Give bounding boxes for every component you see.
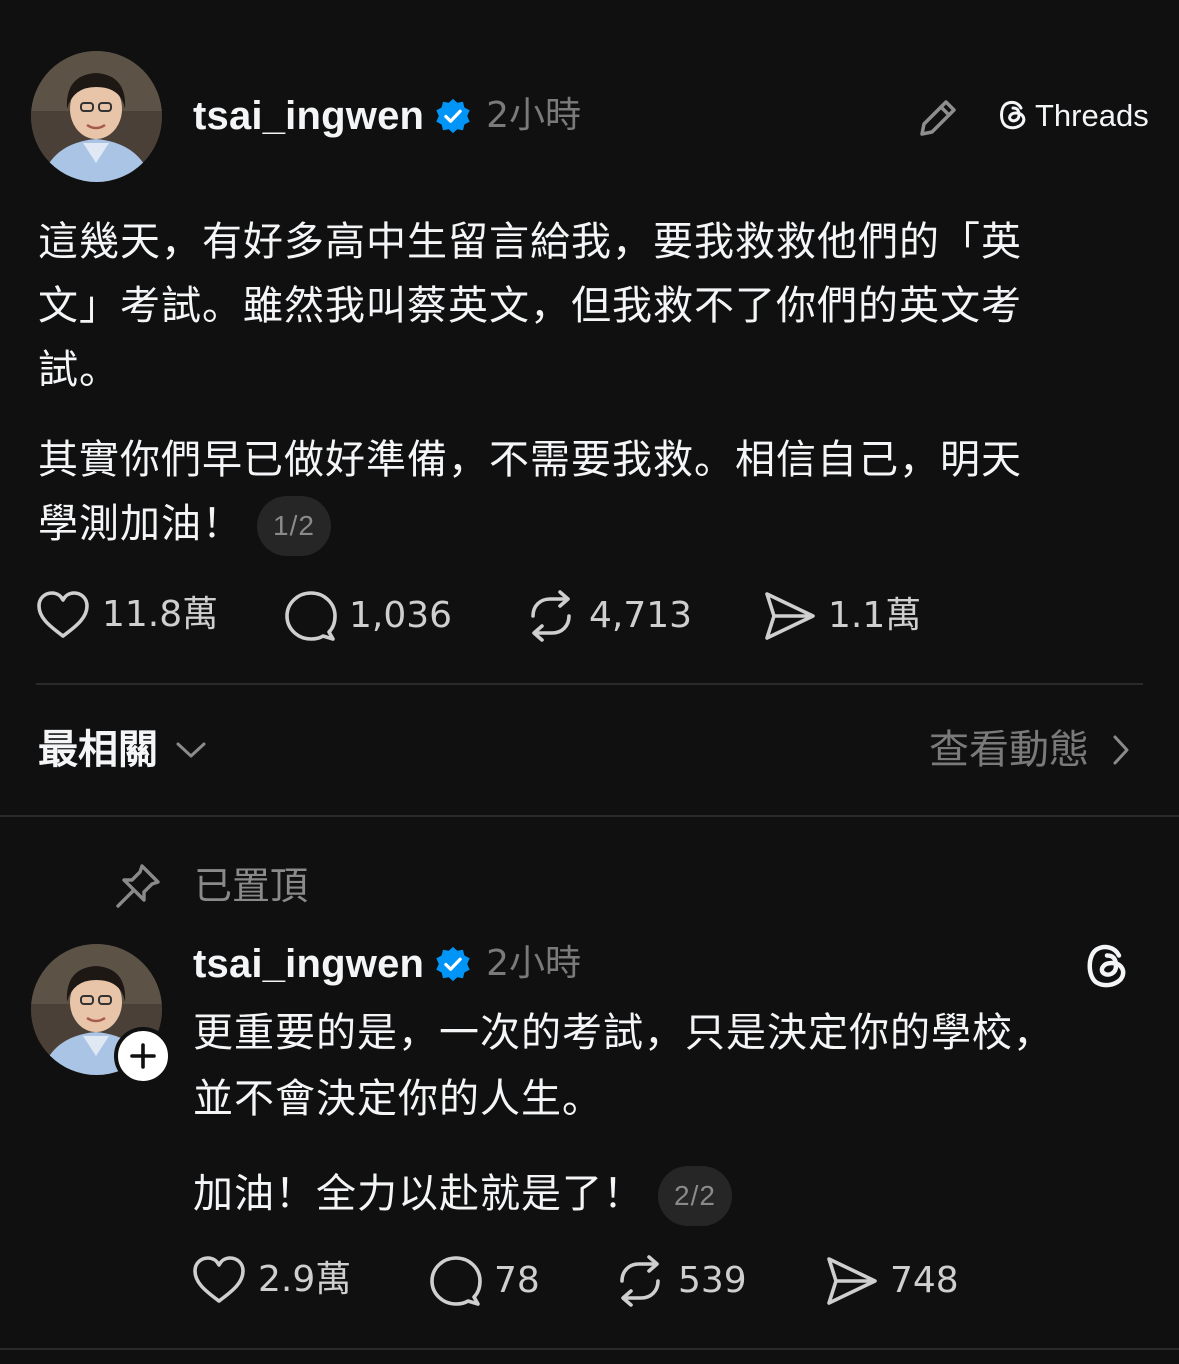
thread-counter: 2/2 — [658, 1166, 732, 1226]
heart-icon — [193, 1256, 245, 1303]
bottom-divider — [0, 1348, 1179, 1350]
repost-icon — [620, 1255, 660, 1307]
section-divider — [0, 815, 1179, 817]
repost-button[interactable]: 539 — [614, 1255, 747, 1307]
chevron-right-icon — [1113, 735, 1129, 765]
author-username[interactable]: tsai_ingwen — [193, 944, 424, 984]
comment-icon — [430, 1256, 482, 1306]
threads-logo-icon — [1000, 100, 1026, 130]
post2-paragraph1: 更重要的是，一次的考試，只是決定你的學校， 並不會決定你的人生。 — [193, 1010, 1054, 1122]
thread-counter: 1/2 — [257, 496, 331, 556]
chevron-down-icon — [176, 742, 206, 758]
share-icon — [765, 592, 815, 640]
like-count: 11.8萬 — [102, 594, 219, 635]
pin-icon — [112, 862, 162, 912]
repost-button[interactable]: 4,713 — [525, 590, 692, 642]
sort-label: 最相關 — [38, 727, 158, 773]
like-button[interactable]: 2.9萬 — [192, 1255, 351, 1305]
view-activity-link[interactable]: 查看動態 — [929, 730, 1131, 770]
sort-dropdown[interactable]: 最相關 — [38, 730, 208, 770]
share-button[interactable]: 748 — [826, 1255, 959, 1307]
reply-count: 78 — [494, 1260, 540, 1301]
verified-badge-icon — [436, 946, 470, 982]
author-username[interactable]: tsai_ingwen — [193, 96, 424, 136]
post-time: 2小時 — [486, 95, 582, 136]
edit-icon[interactable] — [914, 94, 962, 142]
reply-button[interactable]: 78 — [430, 1255, 540, 1307]
repost-icon — [531, 590, 571, 642]
like-button[interactable]: 11.8萬 — [36, 590, 218, 640]
view-activity-label: 查看動態 — [929, 727, 1089, 773]
author-avatar[interactable] — [31, 51, 162, 182]
post1-paragraph2: 其實你們早已做好準備，不需要我救。相信自己，明天 學測加油！ 1/2 — [38, 428, 1148, 556]
share-button[interactable]: 1.1萬 — [764, 590, 921, 642]
threads-logo-icon[interactable] — [1083, 940, 1131, 992]
post2-paragraph2: 加油！全力以赴就是了！ 2/2 — [193, 1162, 1153, 1226]
repost-count: 4,713 — [589, 595, 693, 636]
post-time: 2小時 — [486, 943, 582, 984]
verified-badge-icon — [436, 98, 470, 134]
share-icon — [827, 1257, 877, 1305]
follow-button[interactable] — [114, 1027, 172, 1085]
comment-icon — [285, 591, 337, 641]
like-count: 2.9萬 — [258, 1259, 352, 1300]
follow-plus-icon — [130, 1043, 156, 1069]
pinned-label: 已置頂 — [194, 864, 309, 908]
heart-icon — [37, 591, 89, 638]
threads-label: Threads — [1035, 97, 1149, 133]
share-count: 748 — [890, 1260, 959, 1301]
divider — [36, 683, 1143, 685]
reply-count: 1,036 — [349, 595, 453, 636]
threads-link[interactable]: Threads — [997, 98, 1149, 132]
repost-count: 539 — [678, 1260, 747, 1301]
share-count: 1.1萬 — [828, 595, 922, 636]
reply-button[interactable]: 1,036 — [285, 590, 452, 642]
post1-paragraph1: 這幾天，有好多高中生留言給我，要我救救他們的「英 文」考試。雖然我叫蔡英文，但我… — [38, 219, 1022, 393]
